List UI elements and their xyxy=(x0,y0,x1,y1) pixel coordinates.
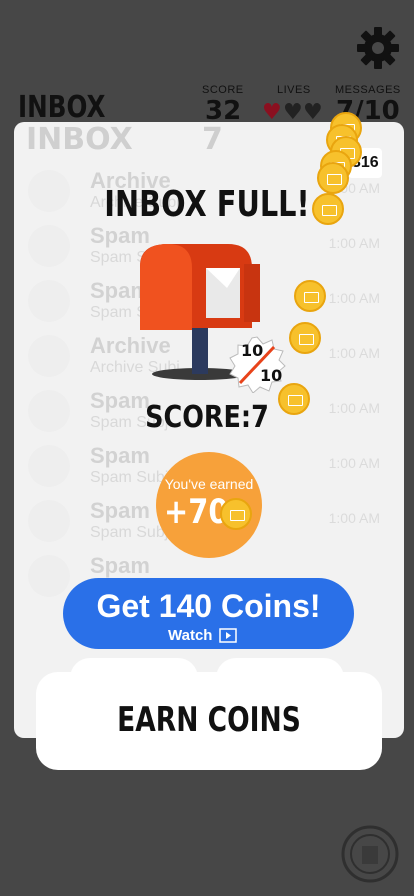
video-icon xyxy=(219,628,237,643)
messages-label: MESSAGES xyxy=(335,84,401,96)
badge-bottom-number: 10 xyxy=(260,366,283,385)
settings-gear-icon[interactable] xyxy=(356,26,400,70)
coin-icon xyxy=(294,280,326,312)
card-score: 7 xyxy=(202,122,223,157)
get-coins-label: Get 140 Coins! xyxy=(96,588,321,624)
email-avatar-icon xyxy=(28,225,70,267)
final-score: SCORE:7 xyxy=(145,400,269,435)
email-avatar-icon xyxy=(28,445,70,487)
email-avatar-icon xyxy=(28,280,70,322)
lives-label: LIVES xyxy=(277,84,311,96)
score-label: SCORE xyxy=(202,84,244,96)
get-coins-button[interactable]: Get 140 Coins! Watch xyxy=(63,578,354,649)
coin-icon xyxy=(220,498,252,530)
badge-top-number: 10 xyxy=(241,341,264,360)
inbox-title: INBOX xyxy=(18,90,106,125)
watch-label: Watch xyxy=(168,627,213,644)
earned-label: You've earned xyxy=(164,476,254,492)
earned-badge: You've earned +70 xyxy=(156,452,262,558)
inbox-full-title: INBOX FULL! xyxy=(104,184,310,225)
email-avatar-icon xyxy=(28,500,70,542)
earn-coins-button[interactable]: EARN COINS xyxy=(36,672,382,770)
earned-value: +70 xyxy=(164,492,229,532)
earn-coins-label: EARN COINS xyxy=(117,700,301,740)
card-title: INBOX xyxy=(26,122,133,157)
coin-icon xyxy=(289,322,321,354)
email-avatar-icon xyxy=(28,335,70,377)
watermark-logo-icon xyxy=(341,825,399,883)
